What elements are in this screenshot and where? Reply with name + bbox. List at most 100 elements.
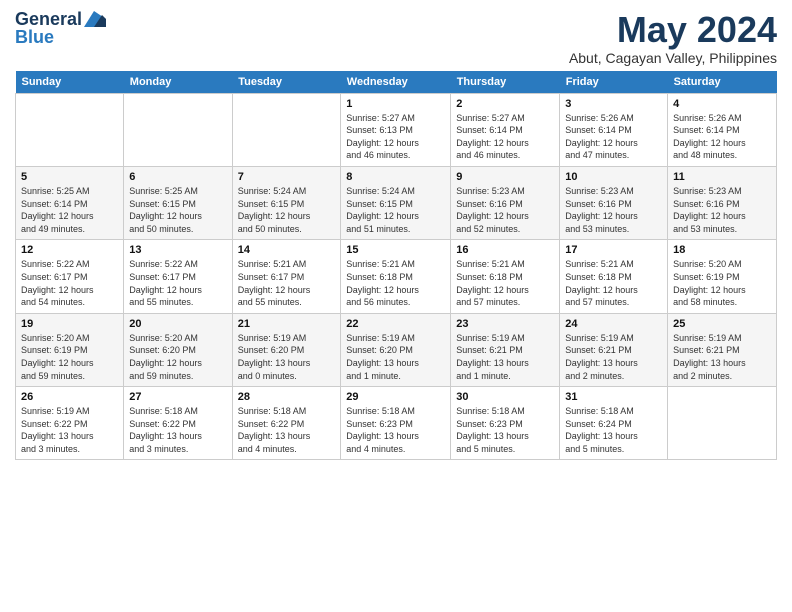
table-row: 19 Sunrise: 5:20 AM Sunset: 6:19 PM Dayli… [16, 313, 124, 386]
day-number: 23 [456, 318, 554, 330]
header-saturday: Saturday [668, 71, 777, 94]
table-row: 24 Sunrise: 5:19 AM Sunset: 6:21 PM Dayli… [560, 313, 668, 386]
day-info: Sunrise: 5:27 AM Sunset: 6:14 PM Dayligh… [456, 112, 554, 162]
header-friday: Friday [560, 71, 668, 94]
table-row: 20Sunrise: 5:20 AM Sunset: 6:20 PM Dayli… [124, 313, 232, 386]
table-row: 8Sunrise: 5:24 AM Sunset: 6:15 PM Daylig… [341, 166, 451, 239]
table-row: 6Sunrise: 5:25 AM Sunset: 6:15 PM Daylig… [124, 166, 232, 239]
logo-icon [84, 11, 106, 27]
day-info: Sunrise: 5:18 AM Sunset: 6:24 PM Dayligh… [565, 405, 662, 455]
header-sunday: Sunday [16, 71, 124, 94]
table-row: 22 Sunrise: 5:19 AM Sunset: 6:20 PM Dayli… [341, 313, 451, 386]
table-row: 21Sunrise: 5:19 AM Sunset: 6:20 PM Dayli… [232, 313, 341, 386]
table-row [124, 93, 232, 166]
day-info: Sunrise: 5:20 AM Sunset: 6:20 PM Dayligh… [129, 332, 226, 382]
table-row: 5 Sunrise: 5:25 AM Sunset: 6:14 PM Daylig… [16, 166, 124, 239]
table-row: 12 Sunrise: 5:22 AM Sunset: 6:17 PM Dayli… [16, 240, 124, 313]
day-info: Sunrise: 5:18 AM Sunset: 6:22 PM Dayligh… [238, 405, 336, 455]
day-info: Sunrise: 5:20 AM Sunset: 6:19 PM Dayligh… [21, 332, 118, 382]
day-number: 5 [21, 171, 118, 183]
day-info: Sunrise: 5:19 AM Sunset: 6:21 PM Dayligh… [565, 332, 662, 382]
calendar-week-row: 19 Sunrise: 5:20 AM Sunset: 6:19 PM Dayli… [16, 313, 777, 386]
calendar-week-row: 12 Sunrise: 5:22 AM Sunset: 6:17 PM Dayli… [16, 240, 777, 313]
day-number: 27 [129, 391, 226, 403]
table-row: 27Sunrise: 5:18 AM Sunset: 6:22 PM Dayli… [124, 387, 232, 460]
table-row: 31Sunrise: 5:18 AM Sunset: 6:24 PM Dayli… [560, 387, 668, 460]
day-number: 11 [673, 171, 771, 183]
table-row: 13 Sunrise: 5:22 AM Sunset: 6:17 PM Dayli… [124, 240, 232, 313]
table-row: 2 Sunrise: 5:27 AM Sunset: 6:14 PM Daylig… [451, 93, 560, 166]
day-info: Sunrise: 5:23 AM Sunset: 6:16 PM Dayligh… [565, 185, 662, 235]
day-number: 25 [673, 318, 771, 330]
day-number: 17 [565, 244, 662, 256]
day-number: 13 [129, 244, 226, 256]
day-number: 9 [456, 171, 554, 183]
table-row: 17 Sunrise: 5:21 AM Sunset: 6:18 PM Dayli… [560, 240, 668, 313]
day-number: 3 [565, 98, 662, 110]
day-number: 14 [238, 244, 336, 256]
table-row: 23 Sunrise: 5:19 AM Sunset: 6:21 PM Dayli… [451, 313, 560, 386]
table-row: 25 Sunrise: 5:19 AM Sunset: 6:21 PM Dayli… [668, 313, 777, 386]
day-number: 12 [21, 244, 118, 256]
calendar-week-row: 1 Sunrise: 5:27 AM Sunset: 6:13 PM Daylig… [16, 93, 777, 166]
day-info: Sunrise: 5:18 AM Sunset: 6:23 PM Dayligh… [456, 405, 554, 455]
table-row: 4Sunrise: 5:26 AM Sunset: 6:14 PM Daylig… [668, 93, 777, 166]
table-row: 9 Sunrise: 5:23 AM Sunset: 6:16 PM Daylig… [451, 166, 560, 239]
header-tuesday: Tuesday [232, 71, 341, 94]
table-row: 15Sunrise: 5:21 AM Sunset: 6:18 PM Dayli… [341, 240, 451, 313]
day-info: Sunrise: 5:22 AM Sunset: 6:17 PM Dayligh… [21, 258, 118, 308]
day-info: Sunrise: 5:19 AM Sunset: 6:21 PM Dayligh… [673, 332, 771, 382]
header-thursday: Thursday [451, 71, 560, 94]
day-info: Sunrise: 5:26 AM Sunset: 6:14 PM Dayligh… [565, 112, 662, 162]
day-info: Sunrise: 5:23 AM Sunset: 6:16 PM Dayligh… [673, 185, 771, 235]
day-number: 16 [456, 244, 554, 256]
day-number: 6 [129, 171, 226, 183]
calendar-container: General Blue May 2024 Abut, Cagayan Vall… [0, 0, 792, 470]
day-number: 26 [21, 391, 118, 403]
day-number: 24 [565, 318, 662, 330]
table-row: 10 Sunrise: 5:23 AM Sunset: 6:16 PM Dayli… [560, 166, 668, 239]
table-row [232, 93, 341, 166]
day-info: Sunrise: 5:21 AM Sunset: 6:18 PM Dayligh… [565, 258, 662, 308]
header: General Blue May 2024 Abut, Cagayan Vall… [15, 10, 777, 66]
day-number: 22 [346, 318, 445, 330]
day-number: 4 [673, 98, 771, 110]
table-row [668, 387, 777, 460]
day-number: 29 [346, 391, 445, 403]
table-row: 26 Sunrise: 5:19 AM Sunset: 6:22 PM Dayli… [16, 387, 124, 460]
location: Abut, Cagayan Valley, Philippines [569, 50, 777, 66]
day-info: Sunrise: 5:25 AM Sunset: 6:14 PM Dayligh… [21, 185, 118, 235]
table-row [16, 93, 124, 166]
calendar-week-row: 26 Sunrise: 5:19 AM Sunset: 6:22 PM Dayli… [16, 387, 777, 460]
day-number: 10 [565, 171, 662, 183]
day-number: 1 [346, 98, 445, 110]
day-info: Sunrise: 5:19 AM Sunset: 6:20 PM Dayligh… [238, 332, 336, 382]
day-info: Sunrise: 5:19 AM Sunset: 6:20 PM Dayligh… [346, 332, 445, 382]
day-number: 2 [456, 98, 554, 110]
day-info: Sunrise: 5:21 AM Sunset: 6:17 PM Dayligh… [238, 258, 336, 308]
day-info: Sunrise: 5:19 AM Sunset: 6:22 PM Dayligh… [21, 405, 118, 455]
day-info: Sunrise: 5:27 AM Sunset: 6:13 PM Dayligh… [346, 112, 445, 162]
day-info: Sunrise: 5:24 AM Sunset: 6:15 PM Dayligh… [238, 185, 336, 235]
day-info: Sunrise: 5:23 AM Sunset: 6:16 PM Dayligh… [456, 185, 554, 235]
table-row: 1 Sunrise: 5:27 AM Sunset: 6:13 PM Daylig… [341, 93, 451, 166]
day-info: Sunrise: 5:19 AM Sunset: 6:21 PM Dayligh… [456, 332, 554, 382]
calendar-header-row: Sunday Monday Tuesday Wednesday Thursday… [16, 71, 777, 94]
day-info: Sunrise: 5:22 AM Sunset: 6:17 PM Dayligh… [129, 258, 226, 308]
day-info: Sunrise: 5:20 AM Sunset: 6:19 PM Dayligh… [673, 258, 771, 308]
day-number: 19 [21, 318, 118, 330]
logo: General Blue [15, 10, 106, 48]
day-number: 7 [238, 171, 336, 183]
day-number: 18 [673, 244, 771, 256]
table-row: 11 Sunrise: 5:23 AM Sunset: 6:16 PM Dayli… [668, 166, 777, 239]
day-info: Sunrise: 5:21 AM Sunset: 6:18 PM Dayligh… [346, 258, 445, 308]
month-title: May 2024 [569, 10, 777, 50]
calendar-week-row: 5 Sunrise: 5:25 AM Sunset: 6:14 PM Daylig… [16, 166, 777, 239]
table-row: 14 Sunrise: 5:21 AM Sunset: 6:17 PM Dayli… [232, 240, 341, 313]
calendar-table: Sunday Monday Tuesday Wednesday Thursday… [15, 71, 777, 461]
table-row: 29 Sunrise: 5:18 AM Sunset: 6:23 PM Dayli… [341, 387, 451, 460]
table-row: 7 Sunrise: 5:24 AM Sunset: 6:15 PM Daylig… [232, 166, 341, 239]
table-row: 28Sunrise: 5:18 AM Sunset: 6:22 PM Dayli… [232, 387, 341, 460]
day-info: Sunrise: 5:18 AM Sunset: 6:23 PM Dayligh… [346, 405, 445, 455]
logo-blue: Blue [15, 28, 106, 48]
